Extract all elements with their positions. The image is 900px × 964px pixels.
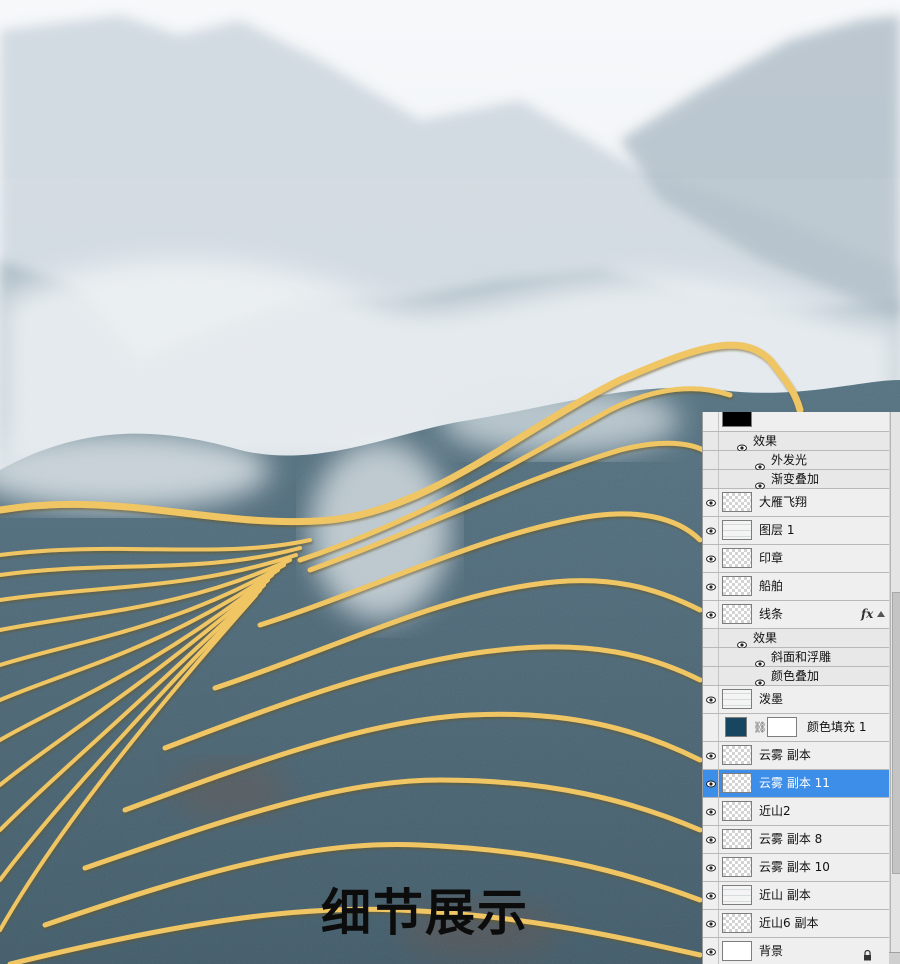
layer-name[interactable]: 云雾 副本 10	[759, 854, 830, 881]
visibility-toggle[interactable]	[703, 601, 719, 628]
layer-mask-thumbnail[interactable]	[767, 717, 797, 737]
layer-row[interactable]: 线条 fx	[703, 601, 889, 629]
layer-row[interactable]: 大雁飞翔	[703, 489, 889, 517]
lock-icon	[863, 946, 872, 961]
visibility-toggle[interactable]	[703, 412, 719, 431]
layer-name[interactable]: 近山 副本	[759, 882, 811, 909]
layer-row[interactable]: 船舶	[703, 573, 889, 601]
visibility-toggle[interactable]	[703, 826, 719, 853]
visibility-toggle[interactable]	[703, 545, 719, 572]
effect-name: 颜色叠加	[771, 669, 820, 683]
layer-effect-row[interactable]: 效果	[703, 432, 889, 452]
visibility-toggle[interactable]	[703, 854, 719, 881]
layer-row[interactable]	[703, 412, 889, 432]
layer-thumbnail[interactable]	[722, 801, 752, 821]
layer-row[interactable]: 图层 1	[703, 517, 889, 545]
layer-thumbnail[interactable]	[722, 773, 752, 793]
layer-effect-row[interactable]: 斜面和浮雕	[703, 648, 889, 668]
layer-thumbnail[interactable]	[722, 604, 752, 624]
layer-thumbnail[interactable]	[722, 520, 752, 540]
layer-thumbnail[interactable]	[722, 745, 752, 765]
visibility-toggle[interactable]	[703, 629, 719, 647]
layer-thumbnail[interactable]	[722, 492, 752, 512]
visibility-toggle[interactable]	[703, 667, 719, 685]
layer-row[interactable]: 云雾 副本 10	[703, 854, 889, 882]
visibility-toggle[interactable]	[703, 451, 719, 469]
layer-thumbnail[interactable]	[722, 412, 752, 427]
visibility-toggle[interactable]	[703, 714, 719, 741]
layer-row[interactable]: ⛓ 颜色填充 1	[703, 714, 889, 742]
layer-thumbnail[interactable]	[722, 576, 752, 596]
layer-name[interactable]: 大雁飞翔	[759, 489, 807, 516]
visibility-toggle[interactable]	[703, 798, 719, 825]
layer-thumbnail[interactable]	[722, 941, 752, 961]
effect-name: 外发光	[771, 453, 808, 467]
layer-row[interactable]: 近山 副本	[703, 882, 889, 910]
effect-name: 效果	[753, 631, 778, 645]
visibility-toggle[interactable]	[703, 648, 719, 666]
visibility-toggle[interactable]	[703, 770, 719, 797]
visibility-toggle[interactable]	[703, 517, 719, 544]
visibility-toggle[interactable]	[703, 686, 719, 713]
layer-thumbnail[interactable]	[725, 717, 747, 737]
chain-link-icon[interactable]: ⛓	[753, 721, 767, 734]
scrollbar-thumb[interactable]	[892, 592, 900, 874]
effect-name: 效果	[753, 434, 778, 448]
layer-row[interactable]: 近山6 副本	[703, 910, 889, 938]
layer-row[interactable]: 近山2	[703, 798, 889, 826]
layer-thumbnail[interactable]	[722, 857, 752, 877]
layer-row[interactable]: 背景	[703, 938, 889, 964]
visibility-toggle[interactable]	[703, 470, 719, 488]
layers-scrollbar[interactable]	[890, 412, 900, 964]
layers-panel: 效果 外发光 渐变叠加 大雁飞翔 图层 1 印章 船舶 线条 fx 效果 斜面和浮雕 颜色叠加 泼墨 ⛓ 颜…	[702, 412, 900, 964]
layer-row[interactable]: 云雾 副本 8	[703, 826, 889, 854]
layer-name[interactable]: 云雾 副本 11	[759, 770, 830, 797]
layer-name[interactable]: 线条	[759, 601, 783, 628]
layer-name[interactable]: 泼墨	[759, 686, 783, 713]
layer-name[interactable]: 云雾 副本 8	[759, 826, 822, 853]
visibility-toggle[interactable]	[703, 432, 719, 450]
visibility-toggle[interactable]	[703, 938, 719, 964]
layer-thumbnail[interactable]	[722, 689, 752, 709]
layer-row[interactable]: 泼墨	[703, 686, 889, 714]
layer-thumbnail[interactable]	[722, 548, 752, 568]
visibility-toggle[interactable]	[703, 489, 719, 516]
layer-name[interactable]: 近山2	[759, 798, 791, 825]
layer-effect-row[interactable]: 渐变叠加	[703, 470, 889, 490]
visibility-toggle[interactable]	[703, 910, 719, 937]
layer-row[interactable]: 云雾 副本 11	[703, 770, 889, 798]
effects-expand-toggle-icon[interactable]	[877, 611, 885, 617]
layer-name[interactable]: 近山6 副本	[759, 910, 818, 937]
layer-name[interactable]: 船舶	[759, 573, 783, 600]
layer-thumbnail[interactable]	[722, 829, 752, 849]
fx-icon[interactable]: fx	[861, 601, 873, 628]
visibility-toggle[interactable]	[703, 573, 719, 600]
effect-name: 斜面和浮雕	[771, 650, 832, 664]
layer-thumbnail[interactable]	[722, 913, 752, 933]
layer-name[interactable]: 图层 1	[759, 517, 794, 544]
visibility-toggle[interactable]	[703, 742, 719, 769]
detail-caption: 细节展示	[321, 884, 529, 942]
layer-row[interactable]: 云雾 副本	[703, 742, 889, 770]
layer-effect-row[interactable]: 颜色叠加	[703, 667, 889, 687]
layer-row[interactable]: 印章	[703, 545, 889, 573]
effect-name: 渐变叠加	[771, 472, 820, 486]
layer-name[interactable]: 颜色填充 1	[807, 714, 866, 741]
layer-name[interactable]: 背景	[759, 938, 783, 964]
layer-name[interactable]: 云雾 副本	[759, 742, 811, 769]
layer-name[interactable]: 印章	[759, 545, 783, 572]
layer-thumbnail[interactable]	[722, 885, 752, 905]
layer-effect-row[interactable]: 效果	[703, 629, 889, 649]
layer-effect-row[interactable]: 外发光	[703, 451, 889, 471]
visibility-toggle[interactable]	[703, 882, 719, 909]
